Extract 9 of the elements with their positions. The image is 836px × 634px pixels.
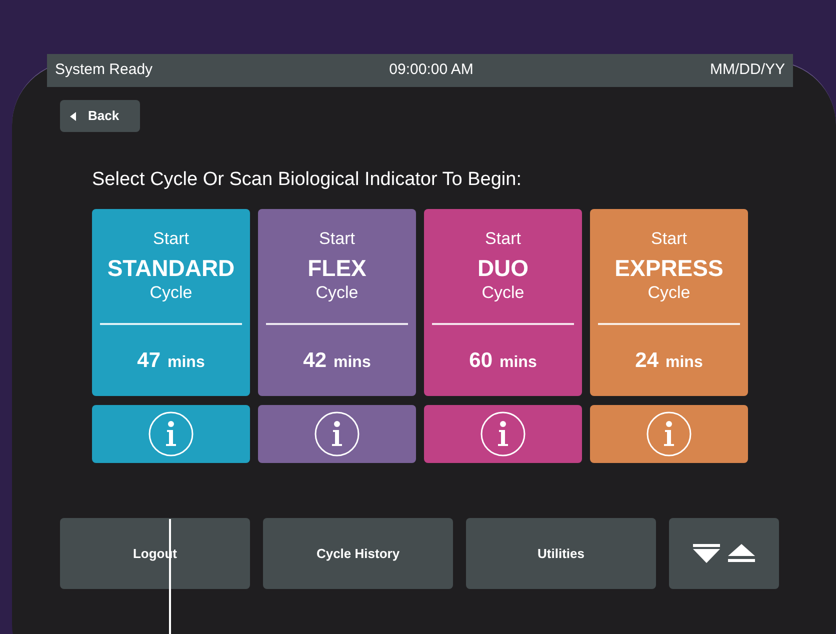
clock-time: 09:00:00 AM — [389, 60, 474, 80]
menu-button[interactable]: Cycle History — [263, 518, 453, 589]
cycle-start-button[interactable]: Start FLEX Cycle 42 mins — [258, 209, 416, 396]
menu-button[interactable]: Utilities — [466, 518, 656, 589]
cycle-start-button[interactable]: Start DUO Cycle 60 mins — [424, 209, 582, 396]
date-text: MM/DD/YY — [710, 60, 785, 80]
back-button[interactable]: Back — [60, 100, 140, 132]
prompt-heading: Select Cycle Or Scan Biological Indicator To Begin: — [92, 168, 522, 192]
status-text: System Ready — [55, 60, 153, 80]
